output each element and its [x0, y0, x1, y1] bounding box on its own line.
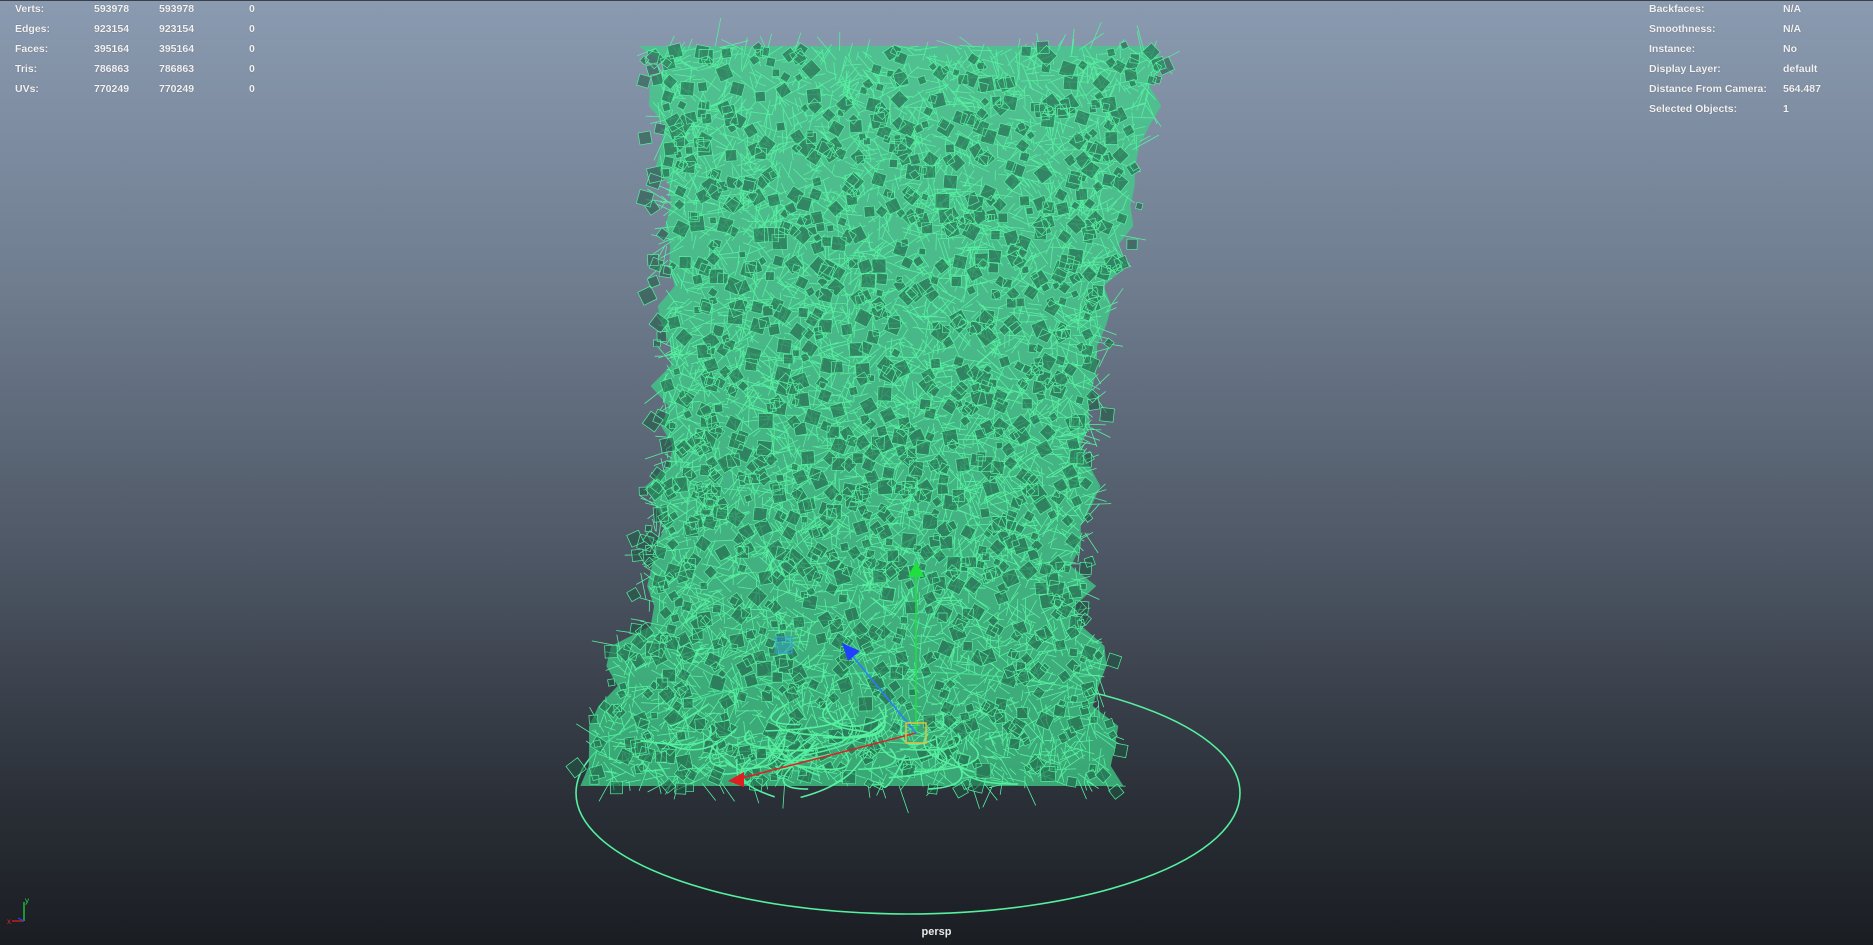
axis-x-label: x — [7, 917, 11, 926]
info-value: 1 — [1783, 103, 1789, 115]
stat-value-selected: 770249 — [159, 83, 195, 95]
stat-label: Tris: — [15, 63, 38, 75]
info-label: Display Layer: — [1649, 63, 1721, 75]
3d-viewport[interactable]: Verts: 593978 593978 0 Edges: 923154 923154 0 Fa… — [0, 0, 1873, 945]
stat-value-extra: 0 — [249, 23, 255, 35]
stat-value-extra: 0 — [249, 43, 255, 55]
info-value: default — [1783, 63, 1818, 75]
info-value: No — [1783, 43, 1797, 55]
info-label: Instance: — [1649, 43, 1696, 55]
scene-canvas[interactable] — [0, 1, 1873, 945]
info-label: Selected Objects: — [1649, 103, 1738, 115]
stat-value-total: 593978 — [94, 3, 130, 15]
stat-value-total: 395164 — [94, 43, 130, 55]
stat-row: Verts: 593978 593978 0 — [15, 1, 279, 19]
stat-value-selected: 593978 — [159, 3, 195, 15]
info-label: Distance From Camera: — [1649, 83, 1767, 95]
stat-value-extra: 0 — [249, 3, 255, 15]
stat-label: Faces: — [15, 43, 49, 55]
stat-label: UVs: — [15, 83, 39, 95]
info-row: Distance From Camera: 564.487 — [1649, 79, 1863, 99]
stat-value-selected: 395164 — [159, 43, 195, 55]
info-value: N/A — [1783, 23, 1802, 35]
info-value: 564.487 — [1783, 83, 1821, 95]
stat-row: Edges: 923154 923154 0 — [15, 19, 279, 39]
stat-value-total: 786863 — [94, 63, 130, 75]
info-row: Display Layer: default — [1649, 59, 1863, 79]
stat-value-extra: 0 — [249, 83, 255, 95]
stat-row: Tris: 786863 786863 0 — [15, 59, 279, 79]
info-row: Selected Objects: 1 — [1649, 99, 1863, 119]
info-label: Backfaces: — [1649, 3, 1705, 15]
stat-value-selected: 786863 — [159, 63, 195, 75]
object-info-hud: Backfaces: N/A Smoothness: N/A Instance: No Di… — [1649, 1, 1863, 119]
info-row: Smoothness: N/A — [1649, 19, 1863, 39]
stat-row: Faces: 395164 395164 0 — [15, 39, 279, 59]
stat-label: Verts: — [15, 3, 45, 15]
stat-row: UVs: 770249 770249 0 — [15, 79, 279, 99]
info-label: Smoothness: — [1649, 23, 1716, 35]
stat-label: Edges: — [15, 23, 51, 35]
stat-value-selected: 923154 — [159, 23, 195, 35]
info-value: N/A — [1783, 3, 1802, 15]
poly-count-hud: Verts: 593978 593978 0 Edges: 923154 923154 0 Fa… — [15, 1, 279, 99]
stat-value-total: 923154 — [94, 23, 130, 35]
stat-value-extra: 0 — [249, 63, 255, 75]
stat-value-total: 770249 — [94, 83, 130, 95]
plane-handle[interactable] — [775, 636, 793, 654]
axis-y-label: y — [25, 896, 29, 905]
foliage-mesh[interactable] — [565, 18, 1180, 814]
view-axis-icon: y x — [7, 896, 29, 926]
info-row: Backfaces: N/A — [1649, 1, 1863, 19]
camera-name-label: persp — [921, 926, 952, 938]
info-row: Instance: No — [1649, 39, 1863, 59]
